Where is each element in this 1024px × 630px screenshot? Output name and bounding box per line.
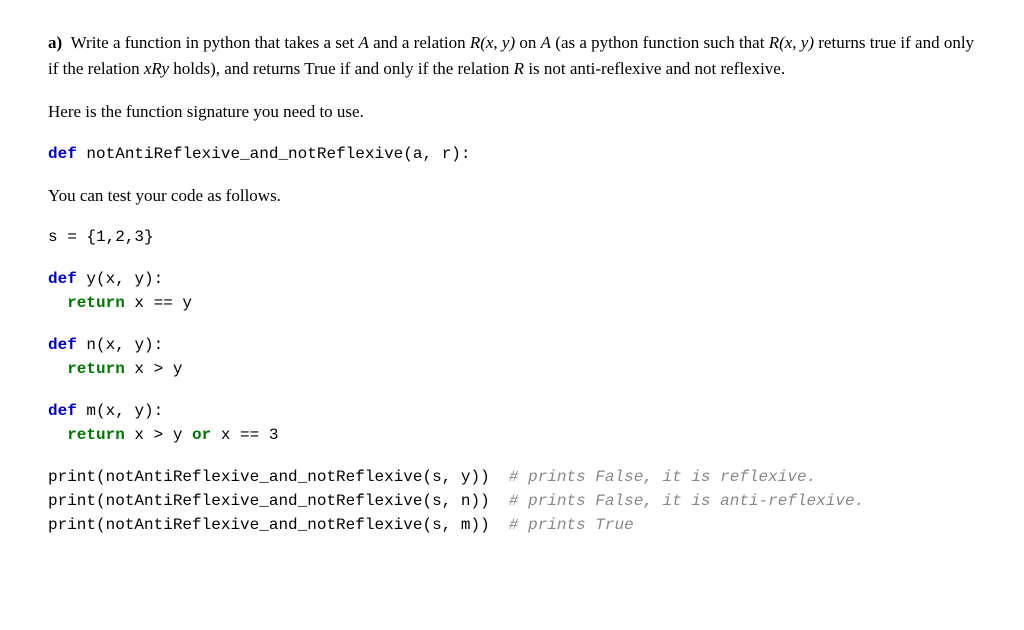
fn-name: n [86, 336, 96, 354]
code-fn-y: def y(x, y): return x == y [48, 267, 976, 315]
keyword-def: def [48, 270, 77, 288]
test-intro: You can test your code as follows. [48, 183, 976, 209]
math-R: R [514, 59, 524, 78]
math-A: A [541, 33, 551, 52]
keyword-def: def [48, 336, 77, 354]
comment: # prints True [509, 516, 634, 534]
comment: # prints False, it is reflexive. [509, 468, 816, 486]
signature-intro: Here is the function signature you need … [48, 99, 976, 125]
keyword-return: return [67, 294, 125, 312]
comment: # prints False, it is anti-reflexive. [509, 492, 864, 510]
body: x == y [125, 294, 192, 312]
math-A: A [358, 33, 368, 52]
body: x > y [125, 426, 192, 444]
call: (notAntiReflexive_and_notReflexive(s, y)… [96, 468, 509, 486]
keyword-def: def [48, 402, 77, 420]
q-text: Write a function in python that takes a … [71, 33, 359, 52]
keyword-return: return [67, 426, 125, 444]
q-text: holds), and returns True if and only if … [169, 59, 514, 78]
fn-name: m [86, 402, 96, 420]
keyword-or: or [192, 426, 211, 444]
call: (notAntiReflexive_and_notReflexive(s, n)… [96, 492, 509, 510]
params: (x, y): [96, 402, 163, 420]
code-fn-n: def n(x, y): return x > y [48, 333, 976, 381]
function-name: notAntiReflexive_and_notReflexive [86, 145, 403, 163]
math-Rxy: R(x, y) [470, 33, 515, 52]
q-text: (as a python function such that [551, 33, 769, 52]
math-xRy: xRy [144, 59, 169, 78]
question-label: a) [48, 33, 62, 52]
call: (notAntiReflexive_and_notReflexive(s, m)… [96, 516, 509, 534]
q-text: is not anti-reflexive and not reflexive. [524, 59, 785, 78]
params: (x, y): [96, 270, 163, 288]
question-paragraph: a) Write a function in python that takes… [48, 30, 976, 81]
q-text: on [515, 33, 541, 52]
code-fn-m: def m(x, y): return x > y or x == 3 [48, 399, 976, 447]
params: (a, r): [403, 145, 470, 163]
fn-name: y [86, 270, 96, 288]
q-text: and a relation [369, 33, 470, 52]
keyword-return: return [67, 360, 125, 378]
code-prints: print(notAntiReflexive_and_notReflexive(… [48, 465, 976, 537]
body: x > y [125, 360, 183, 378]
code-set-decl: s = {1,2,3} [48, 226, 976, 248]
print: print [48, 516, 96, 534]
print: print [48, 468, 96, 486]
params: (x, y): [96, 336, 163, 354]
math-Rxy: R(x, y) [769, 33, 814, 52]
function-signature: def notAntiReflexive_and_notReflexive(a,… [48, 143, 976, 165]
keyword-def: def [48, 145, 77, 163]
body: x == 3 [211, 426, 278, 444]
print: print [48, 492, 96, 510]
